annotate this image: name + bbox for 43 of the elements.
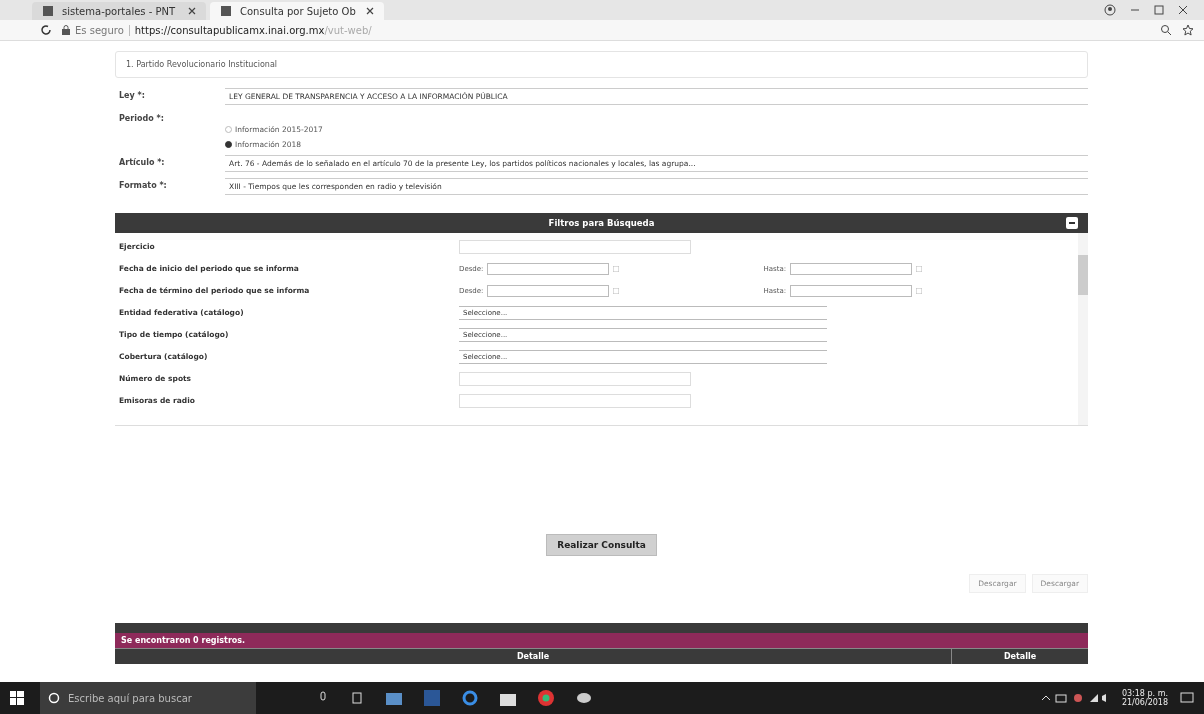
search-field[interactable]: Escribe aquí para buscar xyxy=(40,682,256,714)
date-field[interactable] xyxy=(790,284,913,297)
submit-button[interactable]: Realizar Consulta xyxy=(546,534,657,556)
notification-icon[interactable] xyxy=(1180,691,1194,705)
close-icon[interactable] xyxy=(188,7,196,15)
lock-icon xyxy=(62,25,70,35)
date-field[interactable] xyxy=(487,262,610,275)
field-label: Ley *: xyxy=(119,90,146,100)
result-message: Se encontraron 0 registros. xyxy=(115,633,1088,648)
star-icon[interactable] xyxy=(1182,24,1194,36)
field-label: Formato *: xyxy=(119,180,168,190)
zoom-icon[interactable] xyxy=(1160,24,1172,36)
subject-text: 1. Partido Revolucionario Institucional xyxy=(126,60,278,69)
round-browser-icon[interactable] xyxy=(538,690,554,706)
page-icon xyxy=(220,5,232,17)
browser-tab[interactable]: sistema-portales - PNT xyxy=(32,2,206,20)
column-header: Detalle xyxy=(951,649,1088,664)
account-icon[interactable] xyxy=(1104,4,1116,16)
close-icon[interactable] xyxy=(366,7,374,15)
browser-e-icon[interactable] xyxy=(462,690,478,706)
field-label: Periodo *: xyxy=(119,113,165,123)
radio-button[interactable] xyxy=(225,126,232,133)
date-field[interactable] xyxy=(487,284,610,297)
close-icon[interactable] xyxy=(1178,5,1188,15)
input-field[interactable] xyxy=(459,393,691,408)
date-field[interactable] xyxy=(790,262,913,275)
clock-time: 03:18 p. m. xyxy=(1121,689,1168,698)
browser-tab[interactable]: Consulta por Sujeto Ob xyxy=(210,2,384,20)
field-label: Artículo *: xyxy=(119,157,166,167)
cortana-circle-icon xyxy=(48,692,60,704)
column-header: Detalle xyxy=(515,651,551,663)
input-field[interactable] xyxy=(459,371,691,386)
clock-date: 21/06/2018 xyxy=(1121,698,1168,707)
radio-button[interactable] xyxy=(225,141,232,148)
task-view-icon[interactable] xyxy=(350,691,364,705)
page-icon xyxy=(42,5,54,17)
scrollbar[interactable] xyxy=(1078,233,1088,425)
reload-icon[interactable] xyxy=(40,24,52,36)
input-field[interactable] xyxy=(459,239,691,254)
filter-title: Filtros para Búsqueda xyxy=(548,218,655,228)
collapse-icon[interactable] xyxy=(1066,217,1078,229)
maximize-icon[interactable] xyxy=(1154,5,1164,15)
windows-logo-icon[interactable] xyxy=(10,691,24,705)
